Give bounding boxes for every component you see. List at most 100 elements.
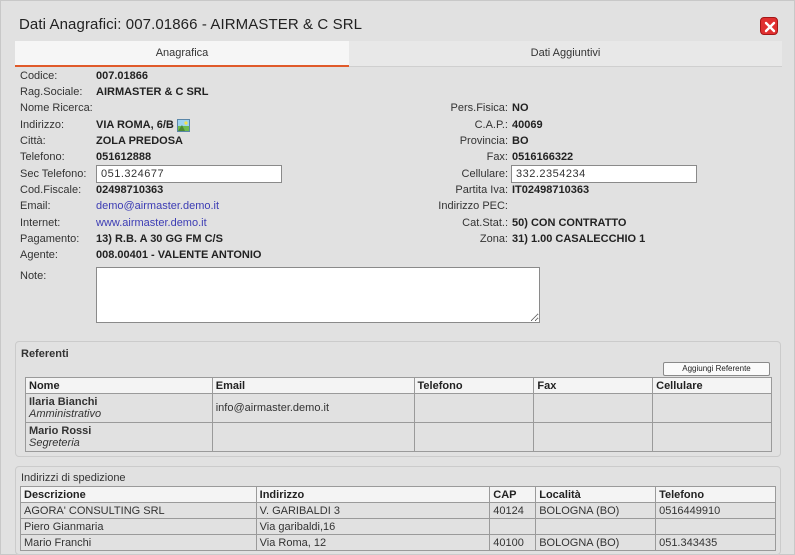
col-email[interactable]: Email — [211, 377, 415, 394]
fax-value: 0516166322 — [512, 151, 574, 163]
cellulare-label: Cellulare: — [461, 168, 508, 180]
tab-bar: Anagrafica Dati Aggiuntivi — [15, 41, 782, 67]
zona-value: 31) 1.00 CASALECCHIO 1 — [512, 233, 646, 245]
email-label: Email: — [20, 200, 51, 212]
cod-fiscale-label: Cod.Fiscale: — [20, 184, 82, 196]
telefono-value: 051612888 — [96, 151, 152, 163]
spedizione-cap — [489, 518, 537, 535]
close-button[interactable] — [760, 17, 778, 35]
partita-iva-label: Partita Iva: — [455, 184, 508, 196]
col-cellulare[interactable]: Cellulare — [652, 377, 772, 394]
col-nome[interactable]: Nome — [25, 377, 213, 394]
pers-fisica-value: NO — [512, 102, 529, 114]
cellulare-input[interactable] — [511, 165, 697, 183]
pagamento-label: Pagamento: — [20, 233, 80, 245]
title-bar: Dati Anagrafici: 007.01866 - AIRMASTER &… — [1, 1, 795, 41]
pers-fisica-label: Pers.Fisica: — [450, 102, 508, 114]
cat-stat-value: 50) CON CONTRATTO — [512, 217, 627, 229]
col-descrizione[interactable]: Descrizione — [20, 486, 257, 503]
email-link[interactable]: demo@airmaster.demo.it — [96, 200, 219, 212]
referente-cellulare — [652, 393, 772, 423]
referente-telefono — [413, 393, 535, 423]
cap-label: C.A.P.: — [474, 119, 508, 131]
close-icon — [764, 21, 776, 33]
referente-role: Segreteria — [29, 437, 80, 449]
map-icon[interactable] — [177, 119, 190, 132]
add-referente-button[interactable]: Aggiungi Referente — [663, 362, 770, 376]
rag-sociale-label: Rag.Sociale: — [20, 86, 83, 98]
table-row[interactable]: AGORA' CONSULTING SRL V. GARIBALDI 3 401… — [20, 502, 776, 519]
dialog-window: Dati Anagrafici: 007.01866 - AIRMASTER &… — [0, 0, 795, 555]
spedizione-descrizione: AGORA' CONSULTING SRL — [20, 502, 257, 519]
spedizione-localita — [535, 518, 657, 535]
tab-dati-aggiuntivi[interactable]: Dati Aggiuntivi — [349, 41, 782, 67]
referente-fax — [533, 393, 654, 423]
rag-sociale-value: AIRMASTER & C SRL — [96, 86, 209, 98]
referente-name: Mario Rossi — [29, 425, 92, 437]
spedizione-telefono: 0516449910 — [655, 502, 776, 519]
referenti-title: Referenti — [21, 348, 69, 360]
spedizione-descrizione: Mario Franchi — [20, 534, 257, 551]
col-localita[interactable]: Località — [535, 486, 657, 503]
table-row[interactable]: Ilaria Bianchi Amministrativo info@airma… — [25, 393, 772, 423]
referente-cellulare — [652, 422, 772, 452]
agente-label: Agente: — [20, 249, 58, 261]
codice-label: Codice: — [20, 70, 58, 82]
referente-role: Amministrativo — [29, 408, 102, 420]
tab-anagrafica[interactable]: Anagrafica — [15, 41, 349, 67]
referente-name: Ilaria Bianchi — [29, 396, 98, 408]
indirizzo-label: Indirizzo: — [20, 119, 65, 131]
indirizzo-value: VIA ROMA, 6/B — [96, 119, 174, 131]
spedizione-cap: 40124 — [489, 502, 537, 519]
spedizione-indirizzo: V. GARIBALDI 3 — [255, 502, 491, 519]
window-title: Dati Anagrafici: 007.01866 - AIRMASTER &… — [19, 16, 363, 33]
col-indirizzo[interactable]: Indirizzo — [255, 486, 491, 503]
col-fax[interactable]: Fax — [533, 377, 654, 394]
spedizione-cap: 40100 — [489, 534, 537, 551]
zona-label: Zona: — [479, 233, 508, 245]
table-row[interactable]: Mario Rossi Segreteria — [25, 422, 772, 452]
spedizione-header-row: Descrizione Indirizzo CAP Località Telef… — [20, 486, 776, 503]
referente-email: info@airmaster.demo.it — [211, 393, 415, 423]
note-label: Note: — [20, 270, 47, 282]
cod-fiscale-value: 02498710363 — [96, 184, 164, 196]
codice-value: 007.01866 — [96, 70, 148, 82]
table-row[interactable]: Piero Gianmaria Via garibaldi,16 — [20, 518, 776, 535]
referente-fax — [533, 422, 654, 452]
spedizione-telefono — [655, 518, 776, 535]
provincia-label: Provincia: — [459, 135, 508, 147]
agente-value: 008.00401 - VALENTE ANTONIO — [96, 249, 262, 261]
referente-cell: Ilaria Bianchi Amministrativo — [25, 393, 213, 423]
referenti-header-row: Nome Email Telefono Fax Cellulare — [25, 377, 772, 394]
spedizione-indirizzo: Via garibaldi,16 — [255, 518, 491, 535]
spedizione-telefono: 051.343435 — [655, 534, 776, 551]
provincia-value: BO — [512, 135, 529, 147]
spedizione-localita: BOLOGNA (BO) — [535, 502, 657, 519]
internet-label: Internet: — [20, 217, 61, 229]
referenti-table: Nome Email Telefono Fax Cellulare Ilaria… — [25, 377, 772, 452]
referente-email — [211, 422, 415, 452]
spedizione-localita: BOLOGNA (BO) — [535, 534, 657, 551]
spedizione-title: Indirizzi di spedizione — [21, 472, 126, 484]
cat-stat-label: Cat.Stat.: — [462, 217, 508, 229]
spedizione-table: Descrizione Indirizzo CAP Località Telef… — [20, 486, 776, 551]
cap-value: 40069 — [512, 119, 543, 131]
pagamento-value: 13) R.B. A 30 GG FM C/S — [96, 233, 223, 245]
indirizzo-pec-label: Indirizzo PEC: — [438, 200, 508, 212]
col-telefono[interactable]: Telefono — [413, 377, 535, 394]
partita-iva-value: IT02498710363 — [512, 184, 590, 196]
internet-link[interactable]: www.airmaster.demo.it — [96, 217, 207, 229]
col-cap[interactable]: CAP — [489, 486, 537, 503]
note-textarea[interactable] — [96, 267, 540, 323]
telefono-label: Telefono: — [20, 151, 65, 163]
nome-ricerca-label: Nome Ricerca: — [20, 102, 93, 114]
sec-telefono-input[interactable] — [96, 165, 282, 183]
citta-label: Città: — [20, 135, 46, 147]
sec-telefono-label: Sec Telefono: — [20, 168, 87, 180]
referente-cell: Mario Rossi Segreteria — [25, 422, 213, 452]
table-row[interactable]: Mario Franchi Via Roma, 12 40100 BOLOGNA… — [20, 534, 776, 551]
col-telefono[interactable]: Telefono — [655, 486, 776, 503]
citta-value: ZOLA PREDOSA — [96, 135, 183, 147]
spedizione-descrizione: Piero Gianmaria — [20, 518, 257, 535]
fax-label: Fax: — [486, 151, 508, 163]
